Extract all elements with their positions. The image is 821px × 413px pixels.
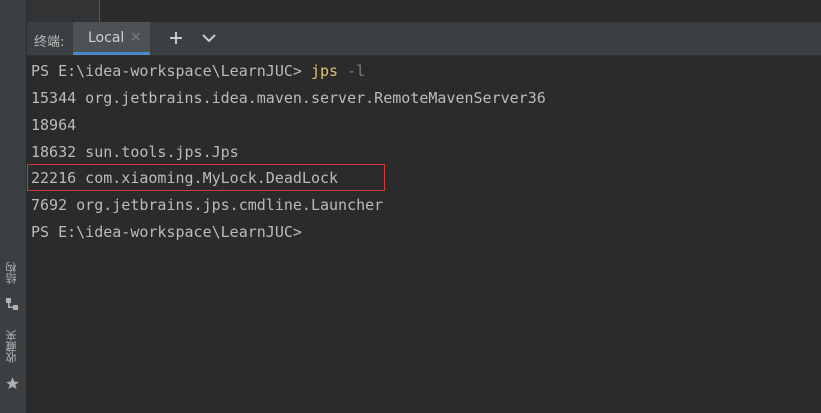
terminal-line: 15344 org.jetbrains.idea.maven.server.Re… bbox=[31, 89, 546, 107]
tab-active-indicator bbox=[73, 52, 150, 55]
terminal-line: 18632 sun.tools.jps.Jps bbox=[31, 143, 239, 161]
sidebar-item-favorites[interactable]: 收藏夹 bbox=[0, 330, 26, 395]
tab-label: Local bbox=[88, 30, 125, 46]
sidebar-item-structure[interactable]: 结构 bbox=[0, 262, 26, 312]
terminal-line: 7692 org.jetbrains.jps.cmdline.Launcher bbox=[31, 196, 384, 214]
sidebar-item-label: 收藏夹 bbox=[5, 330, 18, 363]
editor-area bbox=[27, 0, 821, 22]
chevron-down-icon[interactable] bbox=[199, 27, 219, 49]
add-icon[interactable] bbox=[166, 27, 186, 49]
terminal-tabbar: 终端: Local × bbox=[27, 22, 821, 56]
left-tool-strip: 结构 收藏夹 bbox=[0, 0, 27, 413]
highlight-box bbox=[27, 164, 385, 191]
toolwindow-title: 终端: bbox=[34, 35, 65, 50]
command-args: -l bbox=[338, 62, 366, 80]
editor-gutter bbox=[27, 0, 100, 22]
command-text: jps bbox=[310, 62, 339, 80]
sidebar-item-label: 结构 bbox=[5, 262, 18, 284]
close-icon[interactable]: × bbox=[130, 29, 142, 45]
terminal-output[interactable]: PS E:\idea-workspace\LearnJUC> jps -l 15… bbox=[27, 56, 821, 413]
structure-icon bbox=[5, 296, 19, 315]
terminal-line: PS E:\idea-workspace\LearnJUC> bbox=[31, 223, 302, 241]
terminal-line: 18964 bbox=[31, 116, 77, 134]
star-icon bbox=[5, 376, 20, 395]
prompt-text: PS E:\idea-workspace\LearnJUC> bbox=[31, 62, 311, 80]
tab-local[interactable]: Local × bbox=[73, 22, 150, 55]
terminal-line: PS E:\idea-workspace\LearnJUC> jps -l bbox=[31, 60, 365, 82]
